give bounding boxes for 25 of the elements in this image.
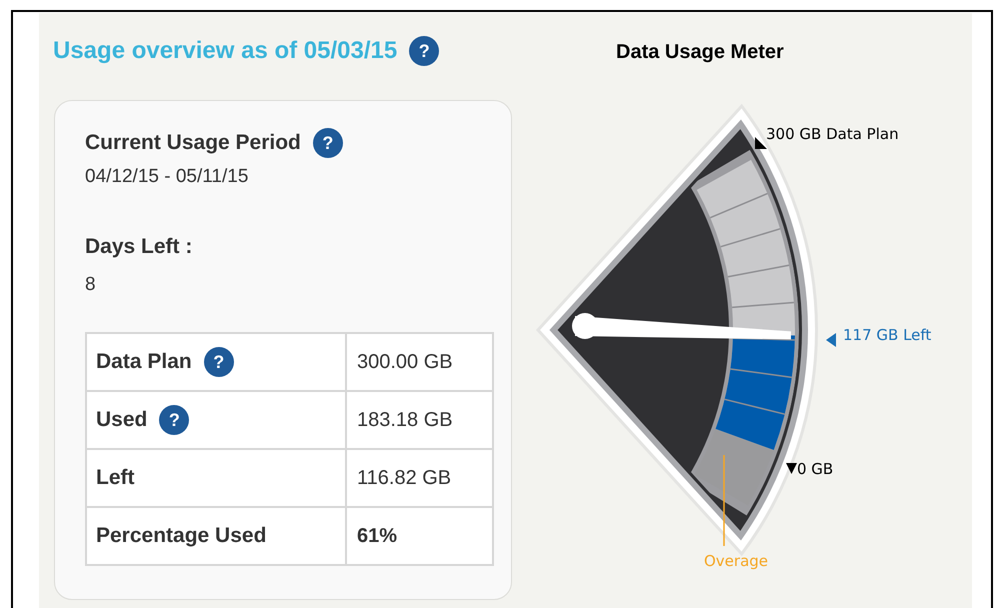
meter-title: Data Usage Meter [616,40,784,65]
help-button[interactable]: ? [159,405,190,435]
help-button[interactable]: ? [312,128,343,158]
days-left-label: Days Left : [85,234,194,260]
table-cell: 183.18 GB [346,391,493,449]
pointer-icon [755,137,767,149]
table-cell: 61% [346,507,493,565]
period-label: Current Usage Period [85,130,301,156]
row-label: Used [96,407,148,434]
days-left-value: 8 [85,272,97,296]
plan-label: 300 GB Data Plan [766,124,899,145]
period-value: 04/12/15 - 05/11/15 [85,164,250,188]
overage-label: Overage [704,551,768,572]
left-label: 117 GB Left [843,325,932,346]
pointer-icon [826,333,836,347]
help-button[interactable]: ? [204,347,234,377]
row-label: Percentage Used [96,523,266,550]
pointer-icon [786,463,797,474]
row-label: Left [96,465,134,492]
zero-label: 0 GB [797,459,834,480]
table-cell: 116.82 GB [346,449,493,507]
table-cell: 300.00 GB [346,333,493,391]
row-label: Data Plan [96,349,192,376]
help-button[interactable]: ? [409,36,440,66]
overview-title: Usage overview as of 05/03/15 [53,36,398,66]
